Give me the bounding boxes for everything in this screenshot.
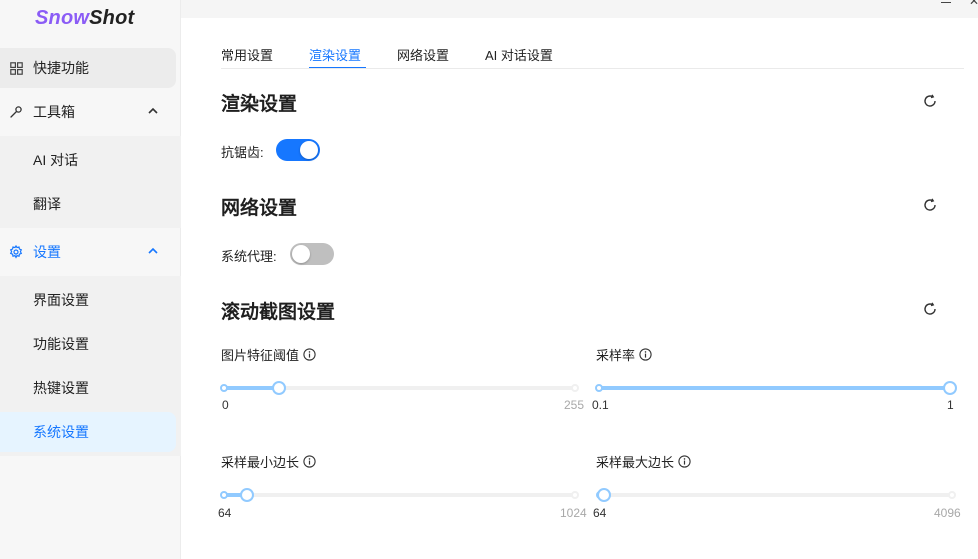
info-icon[interactable] (303, 348, 316, 361)
chevron-up-icon (148, 247, 158, 254)
slider-min-dot (220, 491, 228, 499)
app-logo: SnowShot (35, 7, 134, 30)
slider-max-dot (571, 491, 579, 499)
antialias-switch[interactable] (276, 139, 320, 161)
sidebar-item-label: 功能设置 (33, 336, 89, 352)
sidebar-item-label: 系统设置 (33, 424, 89, 440)
chevron-up-icon (148, 107, 158, 114)
slider-label-text: 采样最小边长 (221, 455, 300, 470)
slider-label-text: 采样率 (596, 348, 636, 363)
sample-min-side-slider[interactable] (220, 488, 579, 502)
slider-track (597, 386, 950, 390)
switch-knob (292, 245, 310, 263)
slider-max-mark: 1024 (560, 506, 587, 520)
sidebar-item-toolbox[interactable]: 工具箱 (0, 92, 176, 132)
slider-min-dot (595, 384, 603, 392)
tab-common-settings[interactable]: 常用设置 (221, 45, 273, 64)
slider-handle[interactable] (943, 381, 957, 395)
main-panel: ✕ 常用设置 渲染设置 网络设置 AI 对话设置 渲染设置 抗锯齿: 网络设置 … (181, 0, 978, 559)
slider-min-mark: 0.1 (592, 398, 609, 412)
grid-icon (8, 60, 24, 76)
system-proxy-switch[interactable] (290, 243, 334, 265)
render-section-title: 渲染设置 (221, 94, 298, 115)
logo-part-2: Shot (89, 7, 135, 29)
tabs-divider (221, 68, 964, 69)
sidebar-item-translate[interactable]: 翻译 (0, 184, 176, 224)
sidebar-item-shortcuts[interactable]: 快捷功能 (0, 48, 176, 88)
info-icon[interactable] (303, 455, 316, 468)
sample-max-side-slider[interactable] (596, 488, 956, 502)
slider-handle[interactable] (239, 488, 254, 502)
sidebar: SnowShot 快捷功能 工具箱 AI 对话 翻译 设置 界面设置 功能设置 … (0, 0, 181, 559)
slider-max-mark: 1 (947, 398, 954, 412)
sample-max-side-label: 采样最大边长 (596, 452, 691, 471)
sidebar-item-function-settings[interactable]: 功能设置 (0, 324, 176, 364)
system-proxy-label: 系统代理: (221, 249, 277, 264)
slider-max-mark: 4096 (934, 506, 961, 520)
slider-rail (222, 493, 577, 497)
close-icon[interactable]: ✕ (969, 0, 978, 8)
sidebar-item-label: 界面设置 (33, 292, 89, 308)
network-section-title: 网络设置 (221, 198, 298, 219)
sample-rate-slider[interactable] (595, 381, 957, 395)
sidebar-item-system-settings[interactable]: 系统设置 (0, 412, 176, 452)
switch-knob (300, 141, 318, 159)
slider-handle[interactable] (596, 488, 611, 502)
sample-rate-label: 采样率 (596, 345, 652, 364)
wrench-icon (8, 104, 24, 120)
tab-ai-chat-settings[interactable]: AI 对话设置 (485, 45, 553, 64)
feature-threshold-slider[interactable] (220, 381, 579, 395)
sidebar-item-label: 翻译 (33, 196, 61, 212)
minimize-icon[interactable] (941, 0, 951, 3)
antialias-label: 抗锯齿: (221, 145, 264, 160)
scroll-section-title: 滚动截图设置 (221, 302, 336, 323)
sidebar-item-interface-settings[interactable]: 界面设置 (0, 280, 176, 320)
info-icon[interactable] (639, 348, 652, 361)
tab-render-settings[interactable]: 渲染设置 (309, 45, 361, 64)
tab-network-settings[interactable]: 网络设置 (397, 45, 449, 64)
reset-icon[interactable] (922, 301, 938, 317)
sidebar-item-settings[interactable]: 设置 (0, 232, 176, 272)
slider-min-mark: 64 (218, 506, 232, 520)
slider-max-dot (571, 384, 579, 392)
sidebar-item-label: 设置 (33, 244, 61, 260)
slider-min-dot (220, 384, 228, 392)
title-bar: ✕ (181, 0, 978, 18)
feature-threshold-label: 图片特征阈值 (221, 345, 316, 364)
slider-handle[interactable] (271, 381, 286, 395)
sidebar-item-label: 快捷功能 (33, 60, 89, 76)
sidebar-item-label: 热键设置 (33, 380, 89, 396)
slider-min-mark: 0 (222, 398, 229, 412)
info-icon[interactable] (678, 455, 691, 468)
sidebar-item-label: AI 对话 (33, 152, 79, 168)
slider-track (222, 386, 279, 390)
slider-max-mark: 255 (564, 398, 585, 412)
sidebar-item-hotkey-settings[interactable]: 热键设置 (0, 368, 176, 408)
slider-label-text: 采样最大边长 (596, 455, 675, 470)
sidebar-item-label: 工具箱 (33, 104, 75, 120)
slider-min-mark: 64 (593, 506, 607, 520)
reset-icon[interactable] (922, 93, 938, 109)
slider-rail (600, 493, 954, 497)
gear-icon (8, 244, 24, 260)
sidebar-item-ai-chat[interactable]: AI 对话 (0, 140, 176, 180)
logo-part-1: Snow (35, 7, 90, 29)
slider-max-dot (948, 491, 956, 499)
reset-icon[interactable] (922, 197, 938, 213)
sample-min-side-label: 采样最小边长 (221, 452, 316, 471)
slider-label-text: 图片特征阈值 (221, 348, 300, 363)
